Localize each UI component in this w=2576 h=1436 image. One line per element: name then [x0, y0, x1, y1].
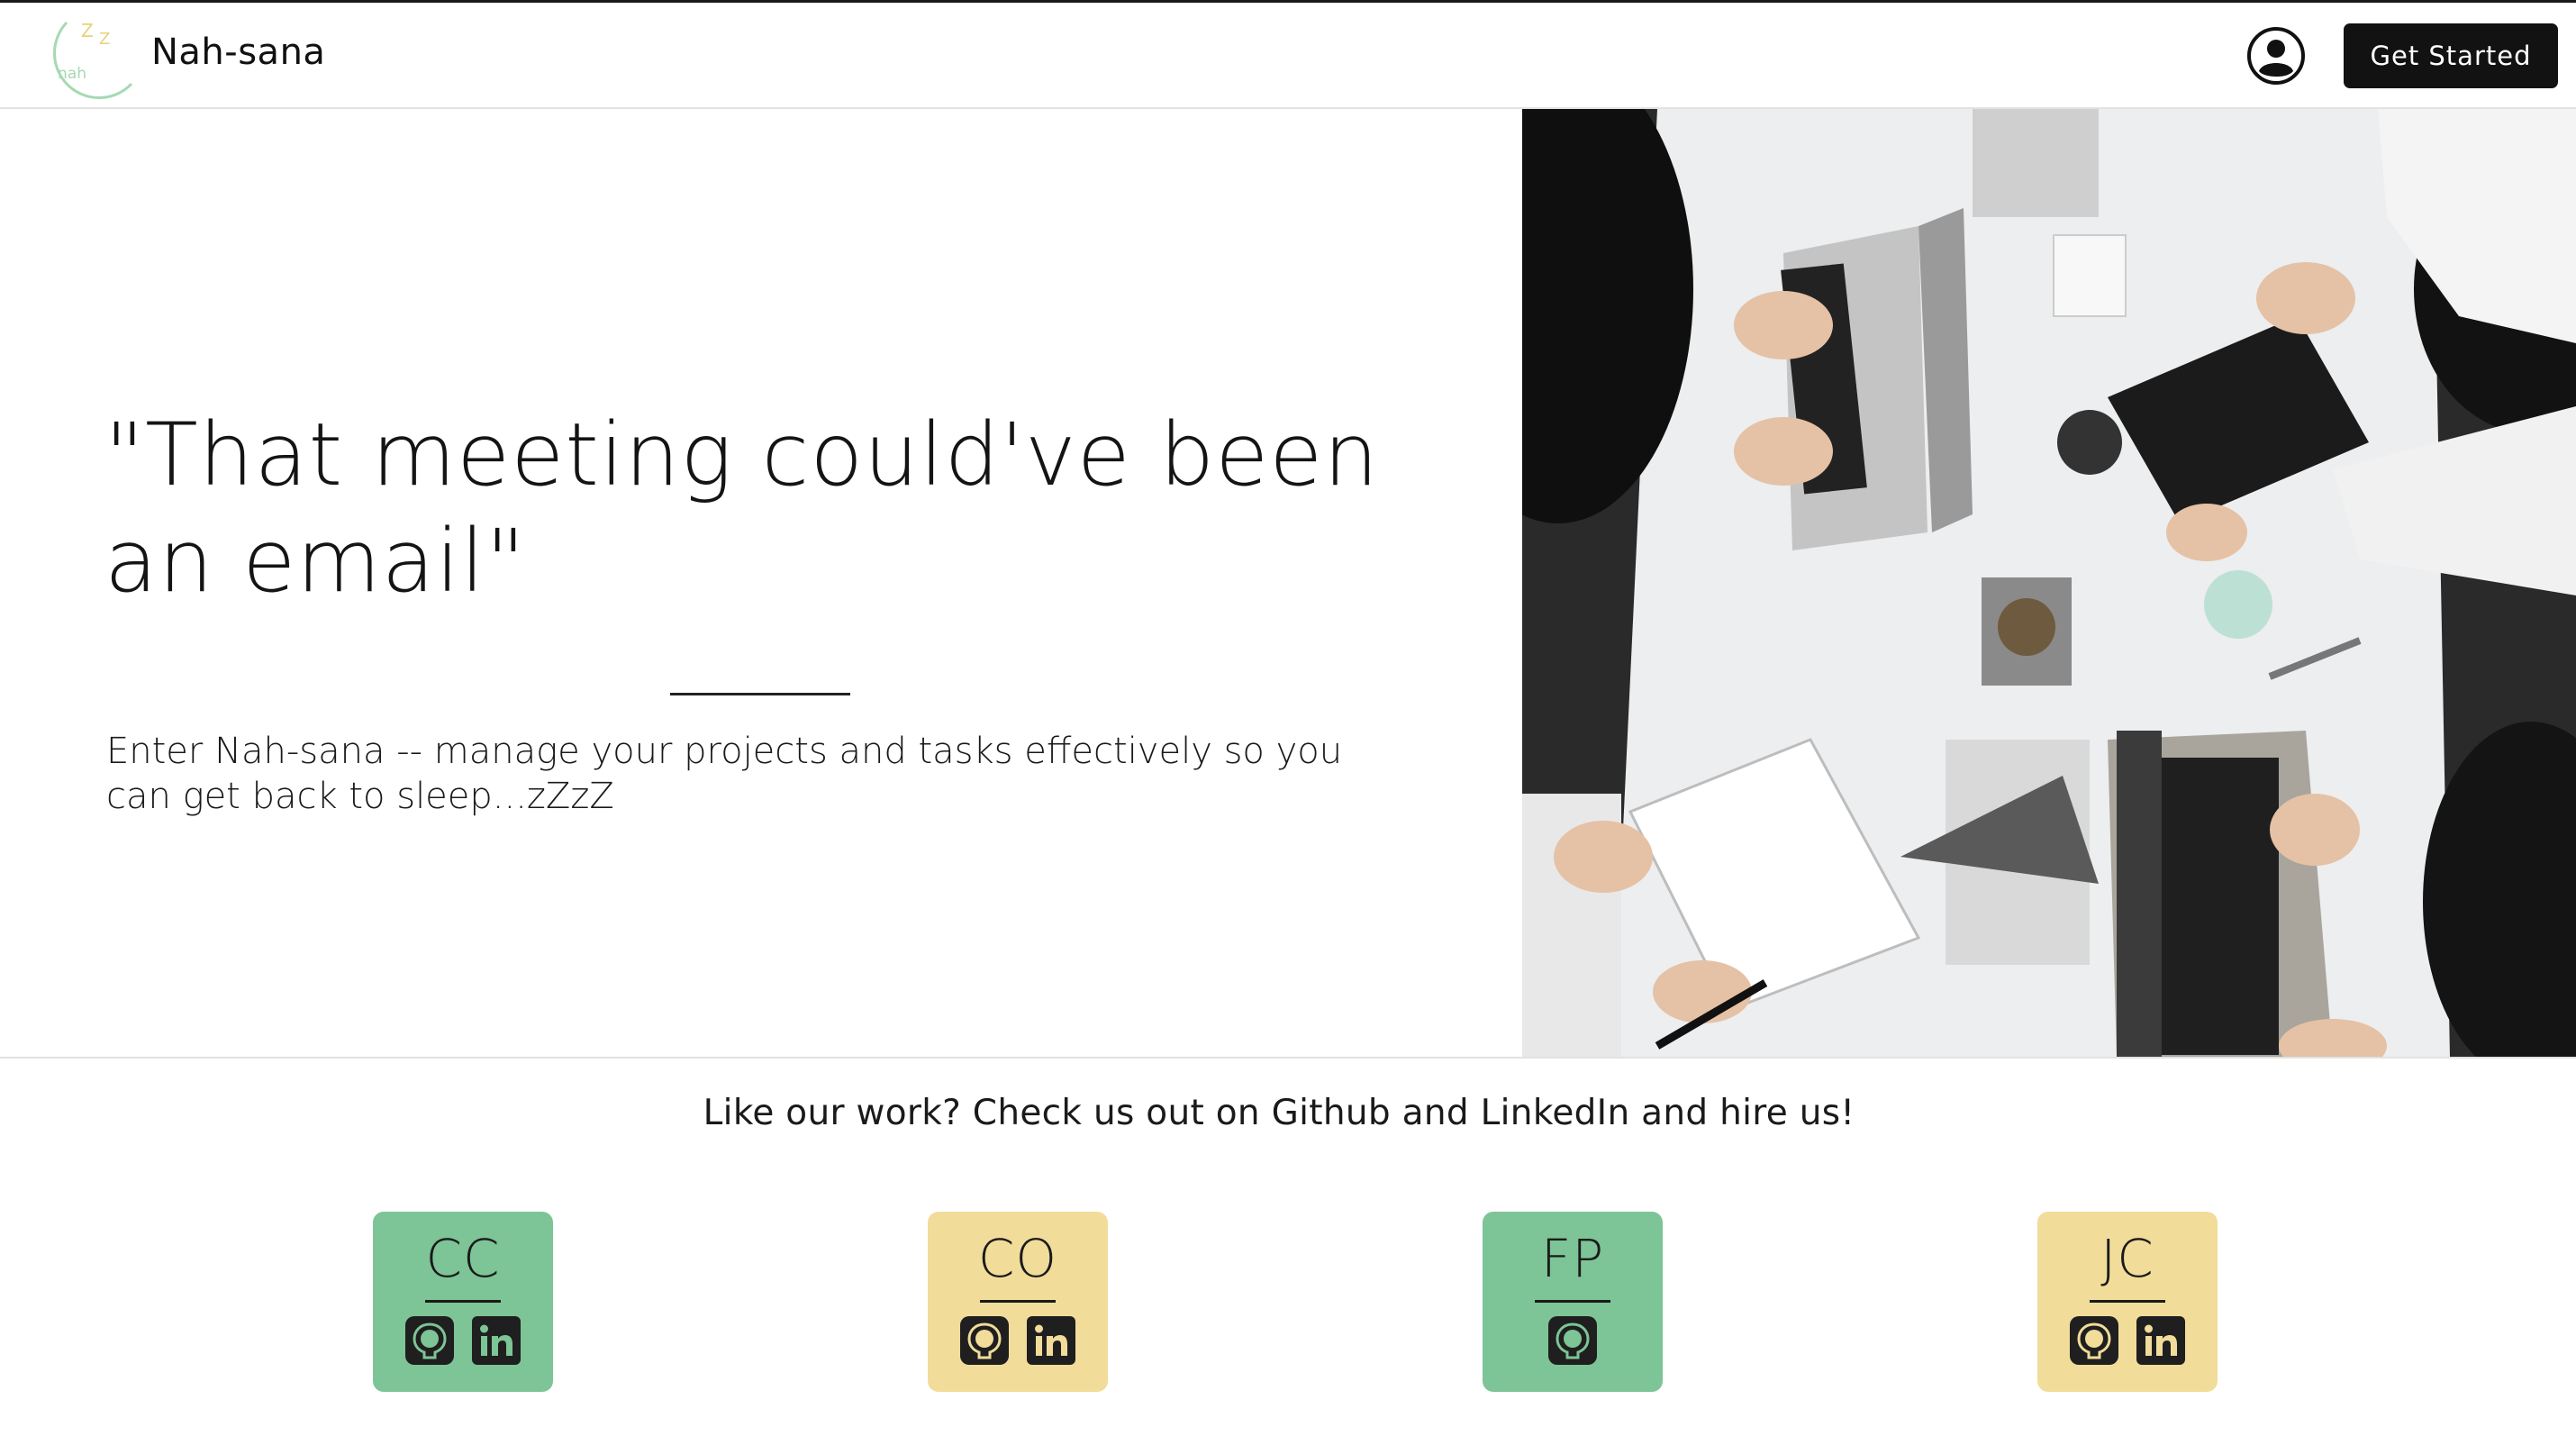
svg-text:Z: Z: [99, 30, 110, 49]
team-card-jc: JC: [2037, 1212, 2218, 1392]
section-divider: [0, 1057, 2576, 1059]
hero-quote: "That meeting could've been an email": [104, 404, 1380, 612]
social-links: [1483, 1316, 1663, 1365]
member-initials: JC: [2100, 1228, 2154, 1289]
logo-text: nah: [58, 65, 86, 83]
member-initials: CC: [425, 1228, 501, 1289]
linkedin-icon[interactable]: [472, 1316, 521, 1365]
get-started-button[interactable]: Get Started: [2344, 23, 2558, 88]
github-icon[interactable]: [405, 1316, 454, 1365]
moon-logo-icon[interactable]: Z Z nah: [41, 14, 135, 100]
hero-photo: [1522, 109, 2576, 1057]
hire-us-text: Like our work? Check us out on Github an…: [703, 1093, 1855, 1133]
member-initials: FP: [1540, 1228, 1605, 1289]
team-card-cc: CC: [373, 1212, 553, 1392]
hero-divider: [670, 693, 850, 695]
github-icon[interactable]: [2070, 1316, 2118, 1365]
linkedin-icon[interactable]: [2136, 1316, 2185, 1365]
brand-name[interactable]: Nah-sana: [151, 32, 325, 73]
member-initials: CO: [977, 1228, 1058, 1289]
social-links: [373, 1316, 553, 1365]
hero-text-section: "That meeting could've been an email" En…: [0, 109, 1522, 1057]
hero-tagline: Enter Nah-sana -- manage your projects a…: [106, 731, 1343, 817]
landing-page: Z Z nah Nah-sana Get Started "That meeti…: [0, 0, 2576, 1436]
github-icon[interactable]: [1548, 1316, 1597, 1365]
card-divider: [980, 1300, 1056, 1303]
svg-text:Z: Z: [81, 20, 94, 41]
card-divider: [425, 1300, 501, 1303]
user-account-icon[interactable]: [2246, 26, 2306, 86]
social-links: [928, 1316, 1108, 1365]
card-divider: [1535, 1300, 1610, 1303]
card-divider: [2090, 1300, 2165, 1303]
team-card-fp: FP: [1483, 1212, 1663, 1392]
linkedin-icon[interactable]: [1027, 1316, 1075, 1365]
team-meeting-image: [1522, 109, 2576, 1057]
top-nav: Z Z nah Nah-sana Get Started: [0, 3, 2576, 109]
team-card-co: CO: [928, 1212, 1108, 1392]
github-icon[interactable]: [960, 1316, 1009, 1365]
social-links: [2037, 1316, 2218, 1365]
